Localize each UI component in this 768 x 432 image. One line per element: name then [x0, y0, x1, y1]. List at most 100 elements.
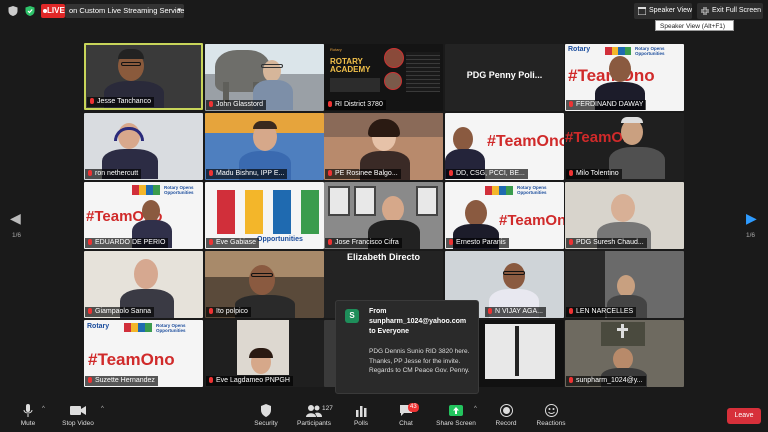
muted-microphone-icon: [328, 239, 332, 245]
participant-name: FERDINAND DAWAY: [566, 100, 647, 110]
next-page-arrow-icon[interactable]: ▶: [746, 210, 757, 227]
exit-full-screen-button[interactable]: Exit Full Screen: [697, 3, 763, 19]
rotary-opens-text: Rotary Opens Opportunities: [517, 185, 547, 195]
leave-button[interactable]: Leave: [727, 408, 761, 424]
muted-microphone-icon: [569, 308, 573, 314]
participant-name: sunpharm_1024@y...: [566, 376, 646, 386]
zoom-meeting-window: { "topbar": { "live_badge": "LIVE", "str…: [0, 0, 768, 432]
video-tile[interactable]: John Glasstord: [205, 44, 324, 111]
participant-name-center: Elizabeth Directo: [346, 252, 420, 262]
muted-microphone-icon: [88, 308, 92, 314]
video-tile[interactable]: Rotary ROTARY ACADEMY RI District 3780: [324, 44, 443, 111]
participant-name: Milo Tolentino: [566, 169, 622, 179]
shield-icon[interactable]: [7, 5, 19, 17]
audio-options-caret-icon[interactable]: ^: [42, 406, 45, 412]
share-screen-icon: [449, 405, 463, 416]
muted-microphone-icon: [569, 239, 573, 245]
video-tile[interactable]: Giampaolo Sanna: [84, 251, 203, 318]
video-tile[interactable]: LEN NARCELLES: [565, 251, 684, 318]
participant-name: Madu Bishnu, IPP E...: [206, 169, 288, 179]
sender-avatar: S: [345, 309, 359, 323]
share-options-caret-icon[interactable]: ^: [474, 406, 477, 412]
muted-microphone-icon: [569, 377, 573, 383]
participant-name: PDG Suresh Chaud...: [566, 238, 647, 248]
chat-from-label: From: [369, 308, 387, 315]
speaker-view-button[interactable]: Speaker View: [634, 3, 692, 19]
chat-button[interactable]: Chat: [378, 404, 434, 427]
share-screen-label: Share Screen: [436, 420, 476, 427]
opportunities-text: Opportunities: [257, 236, 303, 243]
video-tile[interactable]: Opportunities Eve Gabiase: [205, 182, 324, 249]
rotary-color-stripes: [485, 186, 513, 195]
participant-name: Ito polpico: [206, 307, 251, 317]
academy-title: ROTARY ACADEMY: [330, 57, 371, 74]
previous-page-arrow-icon[interactable]: ◀: [10, 210, 21, 227]
muted-microphone-icon: [449, 170, 453, 176]
reactions-smiley-icon: [544, 404, 558, 417]
participant-name: PE Rosinee Balgo...: [325, 169, 401, 179]
video-tile[interactable]: Madu Bishnu, IPP E...: [205, 113, 324, 180]
reactions-label: Reactions: [536, 420, 566, 427]
chat-unread-badge: 43: [408, 403, 419, 412]
video-tile[interactable]: Rotary Rotary Opens Opportunities #TeamO…: [84, 320, 203, 387]
participant-name: EDUARDO DE PERIO: [85, 238, 169, 248]
muted-microphone-icon: [90, 98, 94, 104]
chat-header: From sunpharm_1024@yahoo.com to Everyone: [369, 307, 477, 337]
video-tile[interactable]: #TeamOno Milo Tolentino: [565, 113, 684, 180]
stop-video-button[interactable]: Stop Video: [50, 404, 106, 427]
rotary-logo: Rotary: [568, 46, 591, 53]
mute-label: Mute: [20, 420, 36, 427]
video-tile[interactable]: Rotary Rotary Opens Opportunities #TeamO…: [565, 44, 684, 111]
video-tile[interactable]: PDG Suresh Chaud...: [565, 182, 684, 249]
live-badge: LIVE: [41, 4, 65, 18]
rotary-color-stripes: [605, 47, 631, 55]
video-tile[interactable]: PDG Penny Poli...: [445, 44, 564, 111]
polls-icon: [356, 406, 367, 417]
participant-name: N VIJAY AGA...: [485, 307, 546, 317]
muted-microphone-icon: [488, 308, 492, 314]
live-stream-label: on Custom Live Streaming Service: [69, 6, 185, 15]
video-options-caret-icon[interactable]: ^: [101, 406, 104, 412]
muted-microphone-icon: [209, 239, 213, 245]
rotary-color-stripes: [132, 185, 160, 195]
top-bar: LIVE on Custom Live Streaming Service ▾ S…: [0, 0, 768, 22]
muted-microphone-icon: [209, 170, 213, 176]
video-tile[interactable]: #TeamOno DD, CSG, PCCI, BE...: [445, 113, 564, 180]
participants-count: 127: [322, 405, 333, 412]
video-tile[interactable]: sunpharm_1024@y...: [565, 320, 684, 387]
team-ono-text: #TeamOno: [499, 212, 564, 229]
muted-microphone-icon: [569, 170, 573, 176]
chat-sender: sunpharm_1024@yahoo.com: [369, 318, 467, 325]
video-tile[interactable]: Rotary Opens Opportunities #TeamOno EDUA…: [84, 182, 203, 249]
participant-name: John Glasstord: [206, 100, 267, 110]
chevron-down-icon: ▾: [177, 7, 181, 14]
mute-button[interactable]: Mute: [0, 404, 56, 427]
rotary-opens-text: Rotary Opens Opportunities: [635, 46, 665, 56]
participant-name: RI District 3780: [325, 100, 386, 110]
encryption-shield-icon[interactable]: [24, 5, 36, 17]
video-tile[interactable]: Ito polpico: [205, 251, 324, 318]
page-indicator-right: 1/6: [746, 232, 756, 239]
muted-microphone-icon: [569, 101, 573, 107]
video-camera-icon: [70, 406, 86, 415]
video-tile[interactable]: PE Rosinee Balgo...: [324, 113, 443, 180]
muted-microphone-icon: [209, 377, 213, 383]
participant-name-center: PDG Penny Poli...: [466, 70, 543, 80]
microphone-icon: [23, 404, 33, 417]
speaker-view-tooltip: Speaker View (Alt+F1): [655, 20, 734, 31]
chat-notification-popup[interactable]: S From sunpharm_1024@yahoo.com to Everyo…: [335, 300, 479, 394]
stop-video-label: Stop Video: [62, 420, 94, 427]
video-tile[interactable]: ron nethercutt: [84, 113, 203, 180]
live-stream-dropdown[interactable]: on Custom Live Streaming Service ▾: [65, 4, 184, 18]
team-ono-text: #TeamOno: [88, 350, 175, 369]
video-tile[interactable]: Jesse Tanchanco: [84, 43, 203, 110]
exit-full-screen-icon: [701, 7, 709, 15]
reactions-button[interactable]: Reactions: [523, 404, 579, 427]
chat-message-text: PDG Dennis Sunio RID 3820 here. Thanks, …: [369, 348, 470, 374]
participants-icon: [306, 405, 322, 417]
video-tile[interactable]: Eve Lagdameo PNPGH: [205, 320, 324, 387]
video-tile[interactable]: Jose Francisco Cifra: [324, 182, 443, 249]
participant-name: Suzette Hernandez: [85, 376, 158, 386]
video-tile[interactable]: Rotary Opens Opportunities #TeamOno Erne…: [445, 182, 564, 249]
rotary-opens-text: Rotary Opens Opportunities: [156, 323, 186, 333]
